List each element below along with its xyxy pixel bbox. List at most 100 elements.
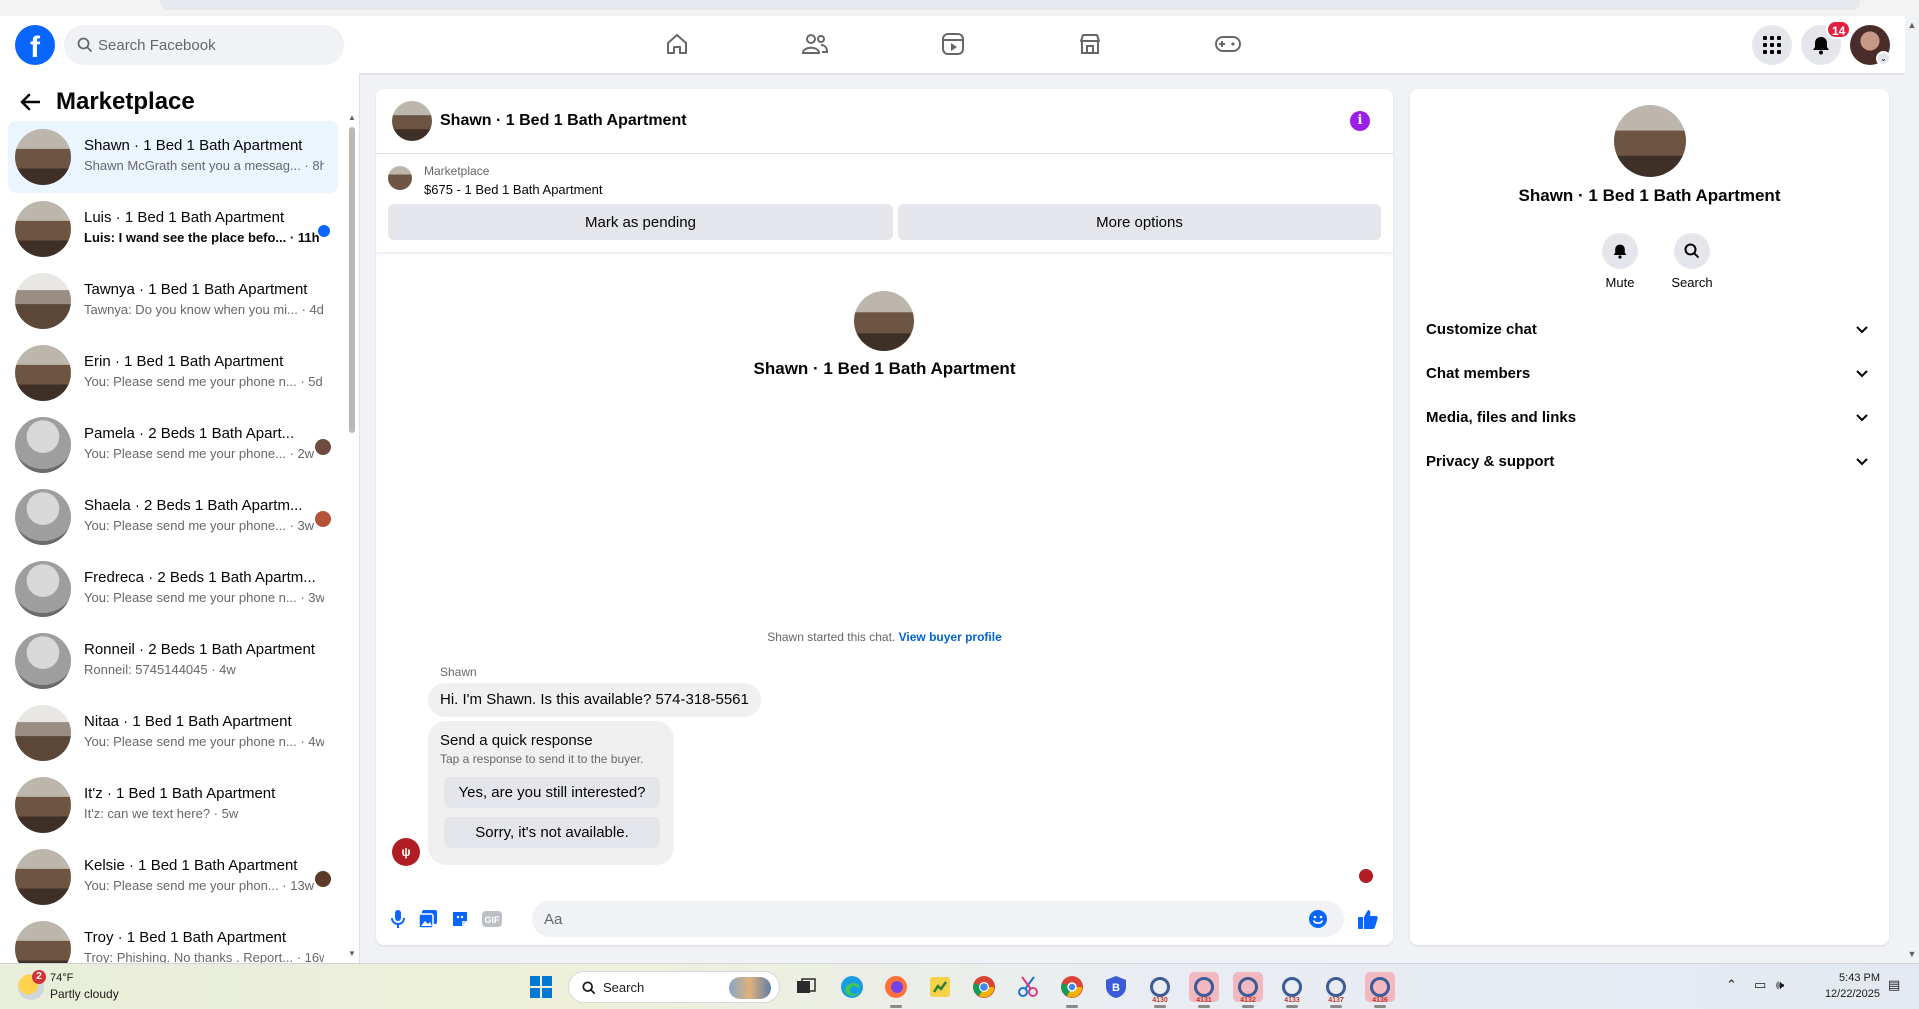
app-instance-4130[interactable]: 4130 <box>1145 972 1175 1008</box>
conversation-preview: Tawnya: Do you know when you mi... · 4d <box>84 302 324 317</box>
edge-icon[interactable] <box>837 972 867 1002</box>
windows-start-icon[interactable] <box>530 976 552 998</box>
conversation-item[interactable]: Luis · 1 Bed 1 Bath Apartment Luis: I wa… <box>8 193 338 265</box>
firefox-icon[interactable] <box>881 972 911 1008</box>
media-files-links-section[interactable]: Media, files and links <box>1418 397 1881 441</box>
facebook-logo[interactable]: f <box>15 25 55 65</box>
conversation-preview: Shawn McGrath sent you a messag... · 8h <box>84 158 324 173</box>
scroll-up-arrow-icon[interactable]: ▲ <box>348 113 356 122</box>
taskbar-search-placeholder: Search <box>603 980 645 995</box>
app-instance-4137[interactable]: 4137 <box>1321 972 1351 1008</box>
sidebar-scrollbar[interactable]: ▲ ▼ <box>348 113 356 958</box>
back-arrow-icon[interactable] <box>20 90 44 114</box>
page-scrollbar[interactable]: ▲ ▼ <box>1905 16 1919 963</box>
app-instance-4136[interactable]: 4136 <box>1365 972 1395 1008</box>
conversation-item[interactable]: Erin · 1 Bed 1 Bath Apartment You: Pleas… <box>8 337 338 409</box>
notification-center-icon[interactable]: ▤ <box>1888 978 1900 993</box>
scroll-up-arrow-icon[interactable]: ▲ <box>1905 20 1919 30</box>
microphone-icon[interactable] <box>386 907 410 931</box>
chat-members-section[interactable]: Chat members <box>1418 353 1881 397</box>
volume-icon[interactable]: 🕪 <box>1776 978 1784 993</box>
task-view-icon[interactable] <box>791 972 821 1002</box>
clock-date: 12/22/2025 <box>1824 988 1880 1000</box>
friends-icon[interactable] <box>799 28 831 60</box>
conversation-item[interactable]: Shawn · 1 Bed 1 Bath Apartment Shawn McG… <box>8 121 338 193</box>
shield-app-icon[interactable]: B <box>1101 972 1131 1002</box>
app-label: 4136 <box>1372 997 1388 1004</box>
account-chevron-icon[interactable]: ⌄ <box>1876 51 1891 66</box>
search-box[interactable] <box>64 25 344 65</box>
snipping-tool-icon[interactable] <box>1013 972 1043 1002</box>
video-icon[interactable] <box>937 28 969 60</box>
scrollbar-thumb[interactable] <box>349 127 355 433</box>
marketplace-icon[interactable] <box>1074 28 1106 60</box>
app-instance-4133[interactable]: 4133 <box>1277 972 1307 1008</box>
scroll-down-arrow-icon[interactable]: ▼ <box>348 949 356 958</box>
conversation-preview: You: Please send me your phone... · 2w <box>84 446 315 461</box>
weather-widget[interactable]: 2 74°F Partly cloudy <box>16 970 156 1004</box>
sender-avatar[interactable]: ψ <box>392 838 420 866</box>
chrome-icon[interactable] <box>969 972 999 1002</box>
message-input[interactable] <box>532 901 1344 937</box>
conversation-item[interactable]: It'z · 1 Bed 1 Bath Apartment It'z: can … <box>8 769 338 841</box>
gaming-icon[interactable] <box>1212 28 1244 60</box>
conversation-item[interactable]: Shaela · 2 Beds 1 Bath Apartm... You: Pl… <box>8 481 338 553</box>
mark-as-pending-button[interactable]: Mark as pending <box>388 204 893 240</box>
listing-price-title[interactable]: $675 - 1 Bed 1 Bath Apartment <box>424 182 603 197</box>
home-icon[interactable] <box>661 28 693 60</box>
emoji-icon[interactable] <box>1306 907 1330 931</box>
app-label: 4133 <box>1284 997 1300 1004</box>
scroll-down-arrow-icon[interactable]: ▼ <box>1905 949 1919 959</box>
like-icon[interactable] <box>1356 907 1380 931</box>
listing-thumbnail <box>15 777 71 833</box>
conversation-item[interactable]: Fredreca · 2 Beds 1 Bath Apartm... You: … <box>8 553 338 625</box>
quick-reply-not-available-button[interactable]: Sorry, it's not available. <box>444 817 660 848</box>
chrome-profile-icon[interactable] <box>1057 972 1087 1008</box>
quick-reply-interested-button[interactable]: Yes, are you still interested? <box>444 777 660 808</box>
message-bubble[interactable]: Hi. I'm Shawn. Is this available? 574-31… <box>428 683 761 717</box>
network-icon[interactable]: ▭ <box>1754 978 1766 993</box>
search-in-chat-button[interactable]: Search <box>1662 233 1722 290</box>
marketplace-sidebar: Marketplace Shawn · 1 Bed 1 Bath Apartme… <box>0 73 360 963</box>
search-input[interactable] <box>98 25 338 65</box>
conversation-item[interactable]: Pamela · 2 Beds 1 Bath Apart... You: Ple… <box>8 409 338 481</box>
app-ring-icon <box>1194 977 1214 997</box>
details-avatar[interactable] <box>1614 105 1686 177</box>
mute-button[interactable]: Mute <box>1590 233 1650 290</box>
info-icon[interactable]: i <box>1350 111 1370 131</box>
app-instance-4132[interactable]: 4132 <box>1233 972 1263 1008</box>
tray-overflow-chevron-icon[interactable]: ⌃ <box>1726 978 1737 993</box>
conversation-item[interactable]: Nitaa · 1 Bed 1 Bath Apartment You: Plea… <box>8 697 338 769</box>
chat-avatar[interactable] <box>392 101 432 141</box>
conversation-item[interactable]: Troy · 1 Bed 1 Bath Apartment Troy: Phis… <box>8 913 338 963</box>
bell-icon <box>1813 37 1829 55</box>
grid-icon <box>1763 36 1781 54</box>
chat-header: Shawn · 1 Bed 1 Bath Apartment i <box>376 89 1393 154</box>
more-options-button[interactable]: More options <box>898 204 1381 240</box>
photo-icon[interactable] <box>416 907 440 931</box>
view-buyer-profile-link[interactable]: View buyer profile <box>899 630 1002 644</box>
system-clock[interactable]: 5:43 PM 12/22/2025 <box>1820 970 1880 1002</box>
chevron-down-icon <box>1856 326 1868 334</box>
conversation-item[interactable]: Ronneil · 2 Beds 1 Bath Apartment Ronnei… <box>8 625 338 697</box>
quick-response-title: Send a quick response <box>440 732 593 749</box>
taskbar-search[interactable]: Search <box>568 971 780 1003</box>
app-label: 4132 <box>1240 997 1256 1004</box>
conversation-title: Pamela · 2 Beds 1 Bath Apart... <box>84 425 295 442</box>
chat-panel: Shawn · 1 Bed 1 Bath Apartment i Marketp… <box>376 89 1393 945</box>
chat-title[interactable]: Shawn · 1 Bed 1 Bath Apartment <box>440 112 687 130</box>
customize-chat-section[interactable]: Customize chat <box>1418 309 1881 353</box>
gif-icon[interactable]: GIF <box>480 907 504 931</box>
menu-grid-button[interactable] <box>1752 25 1792 65</box>
browser-address-bar[interactable] <box>160 0 1860 10</box>
conversation-preview: Troy: Phishing. No thanks . Report... · … <box>84 950 324 963</box>
conversation-title: Shawn · 1 Bed 1 Bath Apartment <box>84 137 303 154</box>
conversation-item[interactable]: Tawnya · 1 Bed 1 Bath Apartment Tawnya: … <box>8 265 338 337</box>
sticker-icon[interactable] <box>448 907 472 931</box>
privacy-support-section[interactable]: Privacy & support <box>1418 441 1881 485</box>
app-instance-4131[interactable]: 4131 <box>1189 972 1219 1008</box>
listing-thumbnail <box>15 561 71 617</box>
listing-thumbnail[interactable] <box>388 166 412 190</box>
spreadsheet-icon[interactable] <box>925 972 955 1002</box>
conversation-item[interactable]: Kelsie · 1 Bed 1 Bath Apartment You: Ple… <box>8 841 338 913</box>
